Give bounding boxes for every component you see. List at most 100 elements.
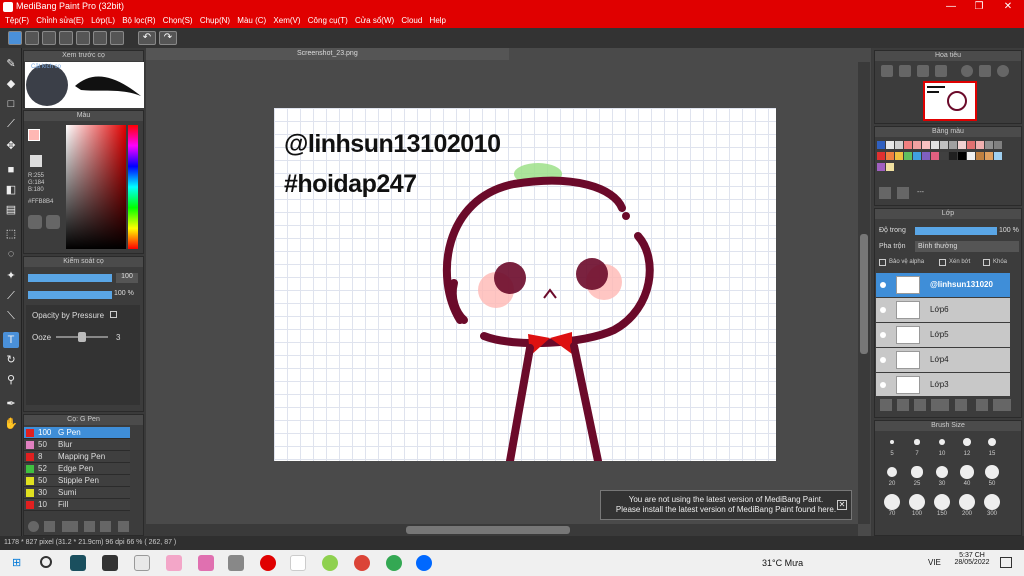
brush-size-dot[interactable] <box>984 494 1000 510</box>
palette-swatch[interactable] <box>949 141 957 149</box>
menu-tools[interactable]: Công cụ(T) <box>308 14 348 28</box>
menu-view[interactable]: Xem(V) <box>273 14 300 28</box>
brush-item[interactable]: 8 Mapping Pen <box>24 451 130 463</box>
eyedropper-icon[interactable] <box>46 215 60 229</box>
palette-swatch[interactable] <box>904 141 912 149</box>
copy-layer-icon[interactable] <box>976 399 988 411</box>
taskbar-game-icon[interactable] <box>198 555 214 571</box>
eyedropper-tool-icon[interactable]: ⚲ <box>3 372 19 388</box>
redo-icon[interactable]: ↷ <box>159 31 177 45</box>
new-layer-icon[interactable] <box>880 399 892 411</box>
brush-size-dot[interactable] <box>963 438 971 446</box>
brush-tool-icon[interactable]: ✎ <box>3 56 19 72</box>
taskbar-chrome2-icon[interactable] <box>386 555 402 571</box>
brush-size-dot[interactable] <box>887 467 897 477</box>
visibility-icon[interactable] <box>880 282 886 288</box>
brush-size-dot[interactable] <box>959 494 975 510</box>
brush-item[interactable]: 10 Fill <box>24 499 130 511</box>
visibility-icon[interactable] <box>880 332 886 338</box>
palette-swatch[interactable] <box>994 152 1002 160</box>
select-pen2-icon[interactable]: ⟋ <box>3 288 19 304</box>
vertical-scroll-thumb[interactable] <box>860 234 868 354</box>
folder-icon[interactable] <box>100 521 111 532</box>
palette-swatch[interactable] <box>913 141 921 149</box>
palette-swatch[interactable] <box>886 152 894 160</box>
taskbar-camera-icon[interactable] <box>228 555 244 571</box>
layer-item[interactable]: Lớp5 <box>876 323 1010 347</box>
maximize-button[interactable]: ❐ <box>965 0 993 14</box>
page-icon[interactable] <box>59 31 73 45</box>
brush-settings-icon[interactable] <box>44 521 55 532</box>
menu-window[interactable]: Cửa sổ(W) <box>355 14 394 28</box>
layer-item[interactable]: Lớp4 <box>876 348 1010 372</box>
clock[interactable]: 5:37 CH 28/05/2022 <box>950 552 994 566</box>
menu-edit[interactable]: Chỉnh sửa(E) <box>36 14 84 28</box>
palette-swatch[interactable] <box>904 152 912 160</box>
brush-size-dot[interactable] <box>914 439 920 445</box>
menu-help[interactable]: Help <box>430 14 446 28</box>
menu-file[interactable]: Tệp(F) <box>5 14 29 28</box>
select-pen-icon[interactable]: ⟋ <box>3 116 19 132</box>
rect-fill-icon[interactable]: ■ <box>3 162 19 178</box>
saturation-value-field[interactable] <box>66 125 126 249</box>
menu-cloud[interactable]: Cloud <box>401 14 422 28</box>
size-value[interactable]: 100 <box>116 273 138 283</box>
chat-icon[interactable] <box>42 31 56 45</box>
rotate-right-icon[interactable] <box>997 65 1009 77</box>
palette-swatch[interactable] <box>895 152 903 160</box>
layer-item[interactable]: Lớp6 <box>876 298 1010 322</box>
layer-item[interactable]: @linhsun131020 <box>876 273 1010 297</box>
palette-swatch[interactable] <box>931 141 939 149</box>
brush-size-dot[interactable] <box>884 494 900 510</box>
brush-size-dot[interactable] <box>960 465 974 479</box>
visibility-icon[interactable] <box>880 307 886 313</box>
palette-wheel-icon[interactable] <box>28 215 42 229</box>
palette-swatch[interactable] <box>949 152 957 160</box>
dot-tool-icon[interactable]: □ <box>3 96 19 112</box>
menu-select[interactable]: Chọn(S) <box>163 14 193 28</box>
opacity-slider[interactable] <box>28 291 112 299</box>
notification-icon[interactable] <box>1000 557 1012 568</box>
layer-menu-icon[interactable] <box>993 399 1011 411</box>
brush-size-dot[interactable] <box>911 466 923 478</box>
taskbar-green-icon[interactable] <box>322 555 338 571</box>
palette-swatch[interactable] <box>958 152 966 160</box>
taskbar-chrome-icon[interactable] <box>354 555 370 571</box>
taskbar-app-icon[interactable] <box>70 555 86 571</box>
minimize-button[interactable]: — <box>937 0 965 14</box>
taskbar-explorer-icon[interactable] <box>134 555 150 571</box>
undo-icon[interactable]: ↶ <box>138 31 156 45</box>
rotate-left-icon[interactable] <box>961 65 973 77</box>
clipping-checkbox[interactable] <box>939 259 946 266</box>
close-button[interactable]: ✕ <box>994 0 1022 14</box>
new-halftone-layer-icon[interactable] <box>897 399 909 411</box>
palette-swatch[interactable] <box>922 141 930 149</box>
brush-size-dot[interactable] <box>890 440 894 444</box>
brush-item[interactable]: 52 Edge Pen <box>24 463 130 475</box>
palette-swatch[interactable] <box>976 141 984 149</box>
menu-filter[interactable]: Bộ lọc(R) <box>122 14 155 28</box>
fit-icon[interactable] <box>917 65 929 77</box>
ooze-slider[interactable] <box>56 332 108 342</box>
add-brush-icon[interactable] <box>28 521 39 532</box>
layer-item[interactable]: Lớp3 <box>876 373 1010 397</box>
export-icon[interactable] <box>110 31 124 45</box>
select-eraser-icon[interactable]: ⟍ <box>3 308 19 324</box>
palette-swatch[interactable] <box>877 141 885 149</box>
taskbar-medibang-icon[interactable] <box>290 555 306 571</box>
add-color-icon[interactable] <box>879 187 891 199</box>
layer-type-icon[interactable] <box>931 399 949 411</box>
brush-item[interactable]: 50 Stipple Pen <box>24 475 130 487</box>
menu-color[interactable]: Màu (C) <box>237 14 266 28</box>
palette-swatch[interactable] <box>985 152 993 160</box>
palette-swatch[interactable] <box>895 141 903 149</box>
palette-swatch[interactable] <box>931 152 939 160</box>
weather-text[interactable]: 31°C Mưa <box>762 558 803 568</box>
close-notice-icon[interactable]: ✕ <box>837 500 847 510</box>
palette-swatch[interactable] <box>877 163 885 171</box>
text-tool-icon[interactable]: T <box>3 332 19 348</box>
palette-swatch[interactable] <box>877 152 885 160</box>
gradient-tool-icon[interactable]: ▤ <box>3 202 19 218</box>
taskbar-zalo-icon[interactable] <box>416 555 432 571</box>
palette-swatch[interactable] <box>886 163 894 171</box>
